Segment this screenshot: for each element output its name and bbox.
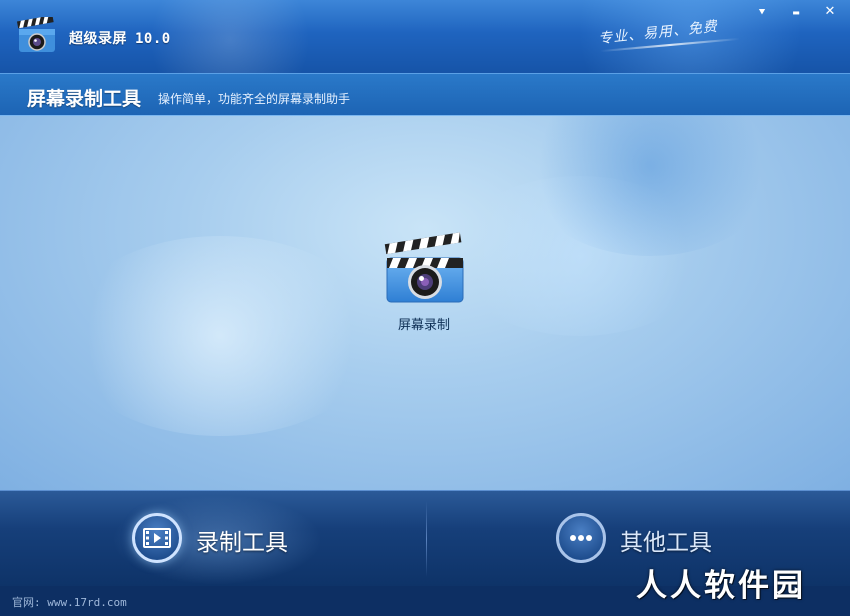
dropdown-arrow-icon: ⯆ [758, 7, 766, 18]
tab-other-tools[interactable]: 其他工具 [556, 513, 726, 565]
tool-label: 屏幕录制 [397, 318, 450, 333]
minimize-icon: ▬ [792, 8, 800, 17]
tools-panel: 屏幕录制 [0, 116, 850, 490]
title-glow [150, 0, 310, 73]
section-title: 屏幕录制工具 [27, 88, 142, 110]
tab-label: 其他工具 [620, 530, 712, 556]
nav-divider [426, 501, 427, 577]
minimize-button[interactable]: ▬ [786, 4, 806, 20]
tab-record-tools[interactable]: 录制工具 [112, 495, 322, 585]
website-text: 官网: www.17rd.com [12, 594, 127, 610]
app-title-text: 超级录屏 [69, 31, 127, 47]
section-description: 操作简单，功能齐全的屏幕录制助手 [158, 92, 351, 106]
bg-glow [60, 236, 380, 436]
app-version: 10.0 [135, 31, 171, 47]
website-link[interactable]: www.17rd.com [47, 596, 126, 609]
watermark: 人人软件园 [636, 568, 806, 604]
section-header: 屏幕录制工具 操作简单，功能齐全的屏幕录制助手 [0, 73, 850, 116]
tab-label: 录制工具 [196, 530, 288, 556]
app-title: 超级录屏 10.0 [69, 28, 171, 48]
title-bar: 超级录屏 10.0 专业、易用、免费 ⯆ ▬ ✕ [0, 0, 850, 73]
film-icon [132, 513, 182, 563]
website-prefix: 官网: [12, 596, 41, 609]
close-button[interactable]: ✕ [820, 4, 840, 20]
clapperboard-camera-icon [384, 232, 464, 303]
app-logo-icon [16, 17, 55, 52]
menu-button[interactable]: ⯆ [752, 4, 772, 20]
more-dots-icon [556, 513, 606, 563]
close-icon: ✕ [824, 4, 836, 19]
screen-record-tool[interactable]: 屏幕录制 [380, 232, 468, 333]
